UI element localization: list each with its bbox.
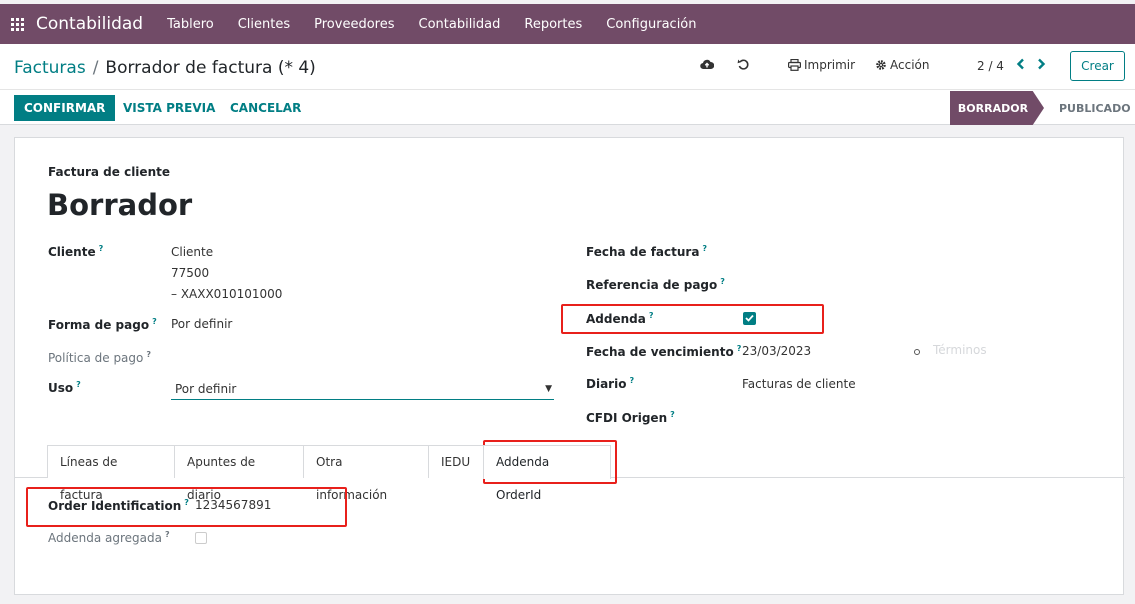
nav-proveedores[interactable]: Proveedores <box>302 17 406 32</box>
tab-addenda-orderid[interactable]: Addenda OrderId <box>483 445 611 502</box>
checkmark-icon <box>745 314 754 322</box>
help-icon[interactable]: ? <box>76 380 81 389</box>
printer-icon <box>788 59 801 71</box>
cliente-zip: 77500 <box>171 266 210 280</box>
control-panel: Facturas / Borrador de factura (* 4) Imp… <box>0 44 1135 125</box>
confirm-button[interactable]: CONFIRMAR <box>14 95 116 121</box>
breadcrumb: Facturas / Borrador de factura (* 4) <box>14 58 316 78</box>
help-icon[interactable]: ? <box>629 376 634 385</box>
app-brand[interactable]: Contabilidad <box>36 14 143 34</box>
undo-icon[interactable] <box>737 58 750 75</box>
apps-menu-icon[interactable] <box>11 17 24 31</box>
diario-value[interactable]: Facturas de cliente <box>742 374 856 395</box>
forma-pago-label: Forma de pago? <box>48 317 157 332</box>
cliente-rfc: – XAXX010101000 <box>171 287 283 301</box>
help-icon[interactable]: ? <box>670 410 675 419</box>
help-icon[interactable]: ? <box>720 277 725 286</box>
help-icon[interactable]: ? <box>184 498 189 507</box>
nav-configuracion[interactable]: Configuración <box>594 17 708 32</box>
form-sheet: Factura de cliente Borrador Cliente? Cli… <box>14 137 1125 595</box>
help-icon[interactable]: ? <box>649 311 654 320</box>
nav-clientes[interactable]: Clientes <box>226 17 302 32</box>
nav-tablero[interactable]: Tablero <box>155 17 226 32</box>
uso-label: Uso? <box>48 380 81 395</box>
stage-publicado[interactable]: PUBLICADO <box>1059 91 1131 125</box>
help-icon[interactable]: ? <box>152 317 157 326</box>
help-icon[interactable]: ? <box>146 350 151 359</box>
breadcrumb-facturas[interactable]: Facturas <box>14 58 86 78</box>
cloud-upload-icon[interactable] <box>700 58 715 74</box>
create-button[interactable]: Crear <box>1070 51 1125 81</box>
status-bar: CONFIRMAR VISTA PREVIA CANCELAR BORRADOR… <box>0 89 1135 125</box>
help-icon[interactable]: ? <box>737 344 742 353</box>
cancel-button[interactable]: CANCELAR <box>230 95 301 121</box>
caret-down-icon: ▼ <box>545 384 552 394</box>
chevron-left-icon[interactable] <box>1016 56 1025 74</box>
addenda-agregada-label: Addenda agregada? <box>48 530 170 545</box>
breadcrumb-current: Borrador de factura (* 4) <box>105 58 316 78</box>
notebook-tabs: Líneas de factura Apuntes de diario Otra… <box>15 445 1125 502</box>
chevron-right-icon[interactable] <box>1037 56 1046 74</box>
politica-pago-label: Política de pago? <box>48 350 152 365</box>
tab-iedu[interactable]: IEDU <box>428 445 484 478</box>
cliente-label: Cliente? <box>48 244 104 259</box>
diario-label: Diario? <box>586 376 635 391</box>
addenda-label: Addenda? <box>586 311 654 326</box>
tab-otra-informacion[interactable]: Otra información <box>303 445 429 502</box>
forma-pago-value[interactable]: Por definir <box>171 314 232 335</box>
document-title: Borrador <box>47 188 193 222</box>
cfdi-origen-label: CFDI Origen? <box>586 410 675 425</box>
addenda-agregada-checkbox <box>195 532 207 544</box>
gear-icon <box>876 60 886 70</box>
fecha-factura-label: Fecha de factura? <box>586 244 708 259</box>
stage-borrador[interactable]: BORRADOR <box>950 91 1044 125</box>
uso-select[interactable]: Por definir ▼ <box>171 378 554 400</box>
help-icon[interactable]: ? <box>702 244 707 253</box>
cliente-value[interactable]: Cliente 77500 – XAXX010101000 <box>171 242 282 305</box>
order-identification-label: Order Identification? <box>48 498 189 513</box>
breadcrumb-separator: / <box>92 58 99 78</box>
print-label: Imprimir <box>804 58 856 72</box>
order-identification-value[interactable]: 1234567891 <box>195 495 271 516</box>
fecha-vencimiento-label: Fecha de vencimiento? <box>586 344 742 359</box>
top-navbar: Contabilidad Tablero Clientes Proveedore… <box>0 4 1135 44</box>
tab-lineas-factura[interactable]: Líneas de factura <box>47 445 175 502</box>
terminos-field[interactable]: Términos <box>933 343 987 357</box>
uso-select-value: Por definir <box>175 382 237 396</box>
tab-apuntes-diario[interactable]: Apuntes de diario <box>174 445 304 502</box>
help-icon[interactable]: ? <box>165 530 170 539</box>
pager-value[interactable]: 2 / 4 <box>977 59 1004 73</box>
nav-reportes[interactable]: Reportes <box>512 17 594 32</box>
action-button[interactable]: Acción <box>875 58 929 72</box>
action-label: Acción <box>890 58 930 72</box>
referencia-pago-label: Referencia de pago? <box>586 277 725 292</box>
cliente-name: Cliente <box>171 245 214 259</box>
document-type: Factura de cliente <box>48 165 170 179</box>
print-button[interactable]: Imprimir <box>788 58 855 72</box>
terms-radio-icon[interactable] <box>914 349 920 355</box>
nav-contabilidad[interactable]: Contabilidad <box>407 17 513 32</box>
addenda-checkbox[interactable] <box>743 312 756 325</box>
fecha-vencimiento-value[interactable]: 23/03/2023 <box>742 341 811 362</box>
preview-button[interactable]: VISTA PREVIA <box>123 95 215 121</box>
help-icon[interactable]: ? <box>99 244 104 253</box>
